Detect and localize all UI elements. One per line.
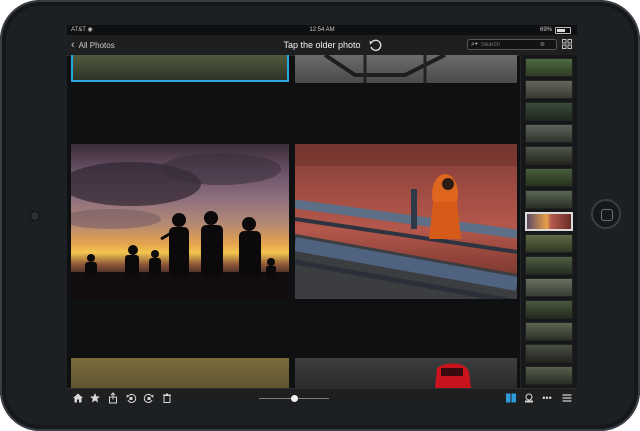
filmstrip-thumb[interactable] xyxy=(525,344,573,363)
photo-landscape-selected[interactable] xyxy=(71,55,289,82)
filmstrip-thumb[interactable] xyxy=(525,300,573,319)
star-icon[interactable] xyxy=(89,392,101,404)
home-button[interactable] xyxy=(591,199,621,229)
grid-view-icon[interactable] xyxy=(562,39,572,49)
photo-content xyxy=(323,55,446,83)
rotate-right-icon[interactable] xyxy=(143,392,155,404)
search-field[interactable]: ⌕▾ ⊗ xyxy=(467,39,557,50)
trash-icon[interactable] xyxy=(161,392,173,404)
filmstrip-thumb[interactable] xyxy=(525,322,573,341)
undo-icon[interactable] xyxy=(368,38,382,52)
zoom-slider[interactable] xyxy=(259,395,329,402)
photo-red-car[interactable] xyxy=(295,358,517,388)
battery-percent: 69% xyxy=(539,27,552,33)
photo-railing-orange-figure[interactable] xyxy=(295,144,517,299)
ipad-device: AT&T ◉ 12:54 AM 69% ‹ All Photos Tap the… xyxy=(0,0,640,431)
filmstrip-thumb[interactable] xyxy=(525,124,573,143)
home-icon[interactable] xyxy=(72,392,84,404)
filmstrip-thumb[interactable] xyxy=(525,234,573,253)
filmstrip-thumb[interactable] xyxy=(525,256,573,275)
zoom-slider-knob[interactable] xyxy=(290,395,298,402)
photo-metal-structure[interactable] xyxy=(295,55,517,83)
navigation-bar: ‹ All Photos Tap the older photo ⌕▾ ⊗ xyxy=(67,35,577,56)
photo-yellow-wall[interactable] xyxy=(71,358,289,388)
filmstrip-thumb[interactable] xyxy=(525,146,573,165)
filmstrip[interactable] xyxy=(520,55,577,388)
photo-content xyxy=(71,153,289,299)
view-toggle-icon[interactable] xyxy=(505,392,517,404)
filmstrip-thumb[interactable] xyxy=(525,278,573,297)
filmstrip-thumb[interactable] xyxy=(525,190,573,209)
more-icon[interactable]: ••• xyxy=(541,392,553,404)
photo-sunset-silhouettes[interactable] xyxy=(71,144,289,299)
photo-content xyxy=(435,363,471,388)
filmstrip-thumb[interactable] xyxy=(525,80,573,99)
search-icon: ⌕▾ xyxy=(471,40,478,48)
stamp-icon[interactable] xyxy=(523,392,535,404)
clock: 12:54 AM xyxy=(309,27,335,33)
battery-icon xyxy=(555,26,571,34)
bottom-toolbar: ••• xyxy=(67,388,577,407)
share-icon[interactable] xyxy=(107,392,119,404)
front-camera xyxy=(30,211,40,221)
menu-icon[interactable] xyxy=(561,392,573,404)
battery-status: 69% xyxy=(540,25,571,35)
filmstrip-thumb-selected[interactable] xyxy=(525,212,573,231)
photo-content xyxy=(295,144,517,299)
filmstrip-thumb[interactable] xyxy=(525,58,573,77)
status-bar: AT&T ◉ 12:54 AM 69% xyxy=(67,25,577,35)
filmstrip-thumb[interactable] xyxy=(525,102,573,121)
filmstrip-thumb[interactable] xyxy=(525,366,573,385)
search-input[interactable] xyxy=(480,41,537,48)
rotate-left-icon[interactable] xyxy=(125,392,137,404)
clear-icon[interactable]: ⊗ xyxy=(540,41,545,48)
filmstrip-thumb[interactable] xyxy=(525,168,573,187)
screen: AT&T ◉ 12:54 AM 69% ‹ All Photos Tap the… xyxy=(67,25,577,407)
